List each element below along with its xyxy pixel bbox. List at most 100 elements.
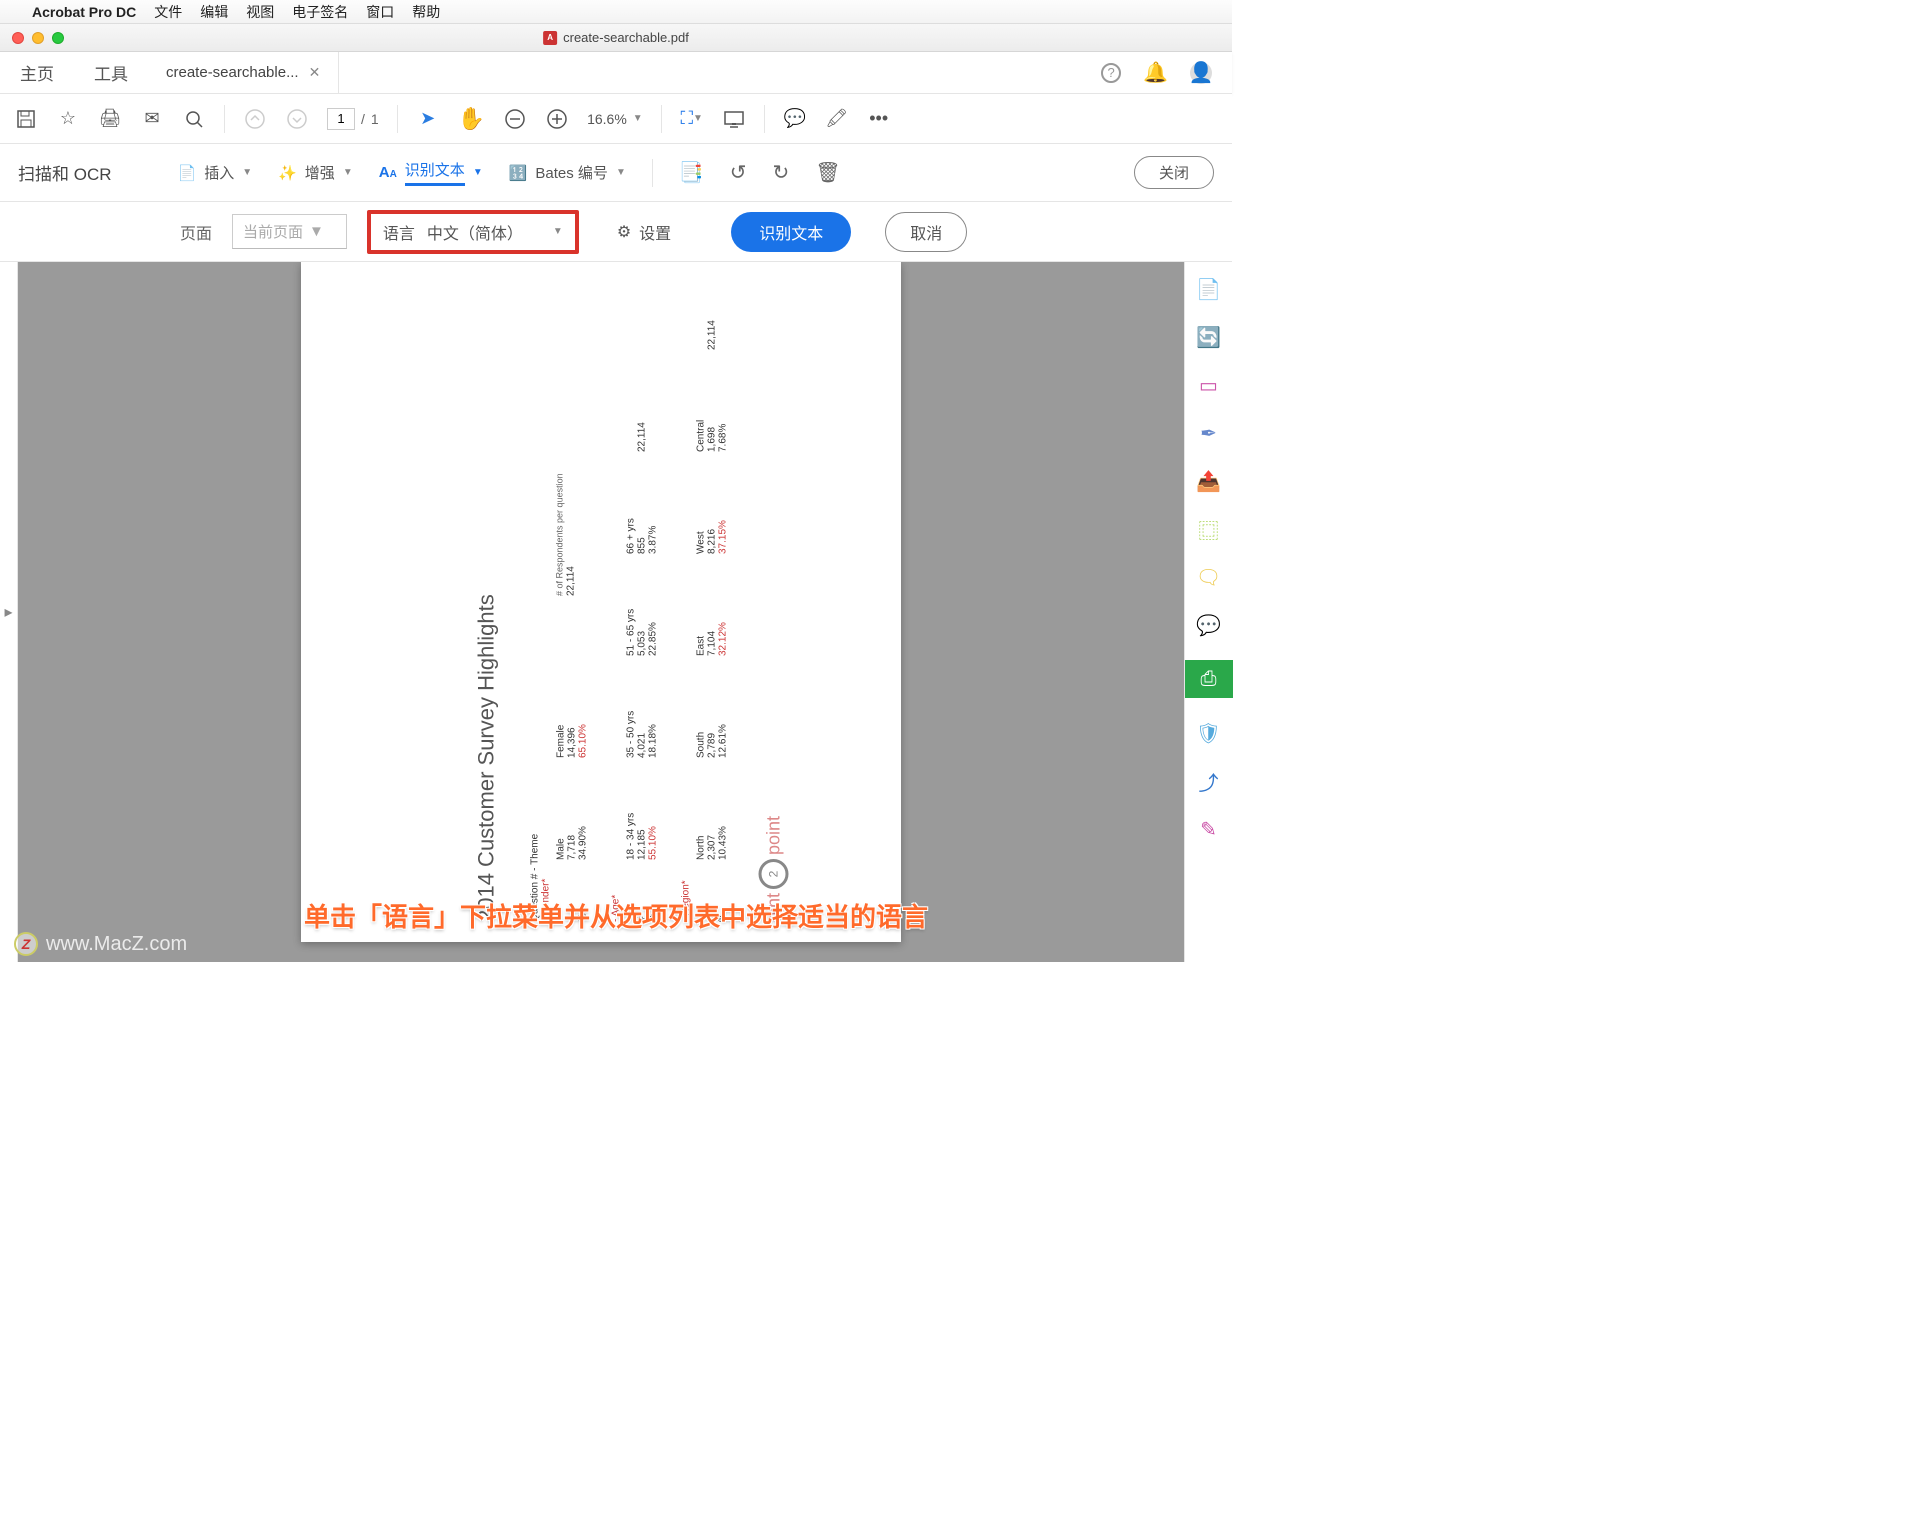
- page-total: 1: [371, 111, 379, 127]
- page-up-icon[interactable]: [243, 108, 267, 130]
- language-dropdown[interactable]: 中文（简体） ▼: [427, 220, 563, 244]
- menu-esign[interactable]: 电子签名: [292, 2, 348, 22]
- cancel-button[interactable]: 取消: [885, 212, 967, 252]
- zoom-out-icon[interactable]: [503, 108, 527, 130]
- chevron-down-icon: ▼: [309, 223, 324, 240]
- recognize-text-icon: AA: [379, 164, 397, 181]
- page-indicator: / 1: [327, 108, 379, 130]
- scan-ocr-toolbar: 扫描和 OCR 📄 插入 ▼ ✨ 增强 ▼ AA 识别文本 ▼ 🔢 Bates …: [0, 144, 1232, 202]
- rotate-cw-icon[interactable]: ↻: [773, 160, 790, 185]
- comment-icon[interactable]: 💬: [783, 108, 807, 129]
- chevron-down-icon: ▼: [616, 167, 626, 178]
- copy-page-icon[interactable]: 📑: [679, 160, 704, 185]
- more-icon[interactable]: •••: [867, 108, 891, 129]
- bates-icon: 🔢: [509, 164, 528, 182]
- document-area: ▸ 2014 Customer Survey Highlights Questi…: [0, 262, 1232, 962]
- protect-tool-icon[interactable]: 🛡: [1196, 720, 1222, 746]
- combine-tool-icon[interactable]: ⿴: [1196, 516, 1222, 542]
- tab-close-icon[interactable]: ✕: [309, 64, 321, 81]
- save-icon[interactable]: [14, 109, 38, 129]
- menubar-app-name[interactable]: Acrobat Pro DC: [32, 4, 136, 20]
- recognize-options-bar: 页面 当前页面 ▼ 语言 中文（简体） ▼ ⚙ 设置 识别文本 取消: [0, 202, 1232, 262]
- insert-dropdown[interactable]: 📄 插入 ▼: [178, 162, 253, 183]
- menu-file[interactable]: 文件: [154, 2, 182, 22]
- fill-sign-tool-icon[interactable]: 💬: [1196, 612, 1222, 638]
- language-dropdown-highlight: 语言 中文（简体） ▼: [367, 210, 579, 254]
- menu-help[interactable]: 帮助: [412, 2, 440, 22]
- bates-dropdown[interactable]: 🔢 Bates 编号 ▼: [509, 162, 626, 183]
- page-sep: /: [361, 111, 365, 127]
- zoom-in-icon[interactable]: [545, 108, 569, 130]
- chevron-down-icon: ▼: [553, 226, 563, 237]
- question-section: - Region* #% North2,30710.43% South2,789…: [681, 282, 729, 922]
- question-theme-header: Question # - Theme: [530, 282, 541, 922]
- fit-page-icon[interactable]: ⛶ ▼: [680, 108, 704, 129]
- zoom-dropdown[interactable]: 16.6% ▼: [587, 111, 643, 127]
- watermark: Z www.MacZ.com: [14, 932, 187, 956]
- select-tool-icon[interactable]: ➤: [416, 108, 440, 129]
- pdf-file-icon: A: [543, 31, 557, 45]
- chevron-down-icon: ▼: [242, 167, 252, 178]
- zoom-value: 16.6%: [587, 111, 627, 127]
- account-avatar[interactable]: 👤: [1190, 62, 1212, 84]
- export-pdf-tool-icon[interactable]: 🔄: [1196, 324, 1222, 350]
- rotate-ccw-icon[interactable]: ↺: [730, 160, 747, 185]
- page-down-icon[interactable]: [285, 108, 309, 130]
- star-icon[interactable]: ☆: [56, 108, 80, 129]
- question-section: Question # - Theme - Gender* # % Male 7,…: [530, 282, 589, 922]
- tab-home[interactable]: 主页: [0, 52, 74, 93]
- menu-window[interactable]: 窗口: [366, 2, 394, 22]
- question-section: - Age* #% 18 - 34 yrs12,18555.10% 35 - 5…: [611, 282, 659, 922]
- scan-ocr-tool-icon[interactable]: ⎙: [1185, 660, 1233, 698]
- left-panel-toggle[interactable]: ▸: [0, 262, 18, 962]
- notifications-icon[interactable]: 🔔: [1143, 60, 1168, 85]
- tabs-row: 主页 工具 create-searchable... ✕ ? 🔔 👤: [0, 52, 1232, 94]
- watermark-logo-icon: Z: [14, 932, 38, 956]
- chevron-down-icon: ▼: [633, 113, 643, 124]
- help-icon[interactable]: ?: [1101, 63, 1121, 83]
- tab-document[interactable]: create-searchable... ✕: [148, 52, 339, 93]
- window-title: A create-searchable.pdf: [543, 30, 689, 45]
- mail-icon[interactable]: ✉: [140, 108, 164, 129]
- page-range-dropdown[interactable]: 当前页面 ▼: [232, 214, 347, 249]
- share-tool-icon[interactable]: ⤴: [1196, 768, 1222, 794]
- search-icon[interactable]: [182, 109, 206, 129]
- enhance-icon: ✨: [278, 164, 297, 182]
- hand-tool-icon[interactable]: ✋: [458, 106, 485, 132]
- tab-document-label: create-searchable...: [166, 64, 299, 81]
- gear-icon: ⚙: [617, 222, 631, 242]
- menu-view[interactable]: 视图: [246, 2, 274, 22]
- watermark-text: www.MacZ.com: [46, 933, 187, 956]
- window-minimize-button[interactable]: [32, 32, 44, 44]
- page-viewport[interactable]: 2014 Customer Survey Highlights Question…: [18, 262, 1184, 962]
- traffic-lights: [12, 32, 64, 44]
- comment-tool-icon[interactable]: 🗨: [1196, 564, 1222, 590]
- main-toolbar: ☆ 🖨 ✉ / 1 ➤ ✋ 16.6% ▼ ⛶ ▼ 💬 🖍 •••: [0, 94, 1232, 144]
- menu-edit[interactable]: 编辑: [200, 2, 228, 22]
- edit-pdf-tool-icon[interactable]: ▭: [1196, 372, 1222, 398]
- page-current-input[interactable]: [327, 108, 355, 130]
- mac-menubar: Acrobat Pro DC 文件 编辑 视图 电子签名 窗口 帮助: [0, 0, 1232, 24]
- tab-tools[interactable]: 工具: [74, 52, 148, 93]
- language-value: 中文（简体）: [427, 220, 523, 244]
- read-mode-icon[interactable]: [722, 110, 746, 128]
- print-icon[interactable]: 🖨: [98, 108, 122, 129]
- page-range-label: 页面: [180, 220, 212, 244]
- more-tools-icon[interactable]: ✎: [1196, 816, 1222, 842]
- scan-ocr-title: 扫描和 OCR: [18, 160, 112, 185]
- create-pdf-tool-icon[interactable]: 📄: [1196, 276, 1222, 302]
- doc-title: 2014 Customer Survey Highlights: [474, 282, 500, 922]
- insert-pages-icon: 📄: [178, 164, 197, 182]
- recognize-text-dropdown[interactable]: AA 识别文本 ▼: [379, 159, 483, 186]
- window-maximize-button[interactable]: [52, 32, 64, 44]
- enhance-dropdown[interactable]: ✨ 增强 ▼: [278, 162, 353, 183]
- page-1: 2014 Customer Survey Highlights Question…: [301, 262, 901, 942]
- organize-tool-icon[interactable]: 📤: [1196, 468, 1222, 494]
- close-tool-button[interactable]: 关闭: [1134, 156, 1214, 189]
- window-close-button[interactable]: [12, 32, 24, 44]
- highlight-icon[interactable]: 🖍: [825, 108, 849, 129]
- sign-tool-icon[interactable]: ✒: [1196, 420, 1222, 446]
- delete-icon[interactable]: 🗑: [815, 160, 840, 185]
- recognize-text-button[interactable]: 识别文本: [731, 212, 851, 252]
- settings-button[interactable]: ⚙ 设置: [617, 220, 671, 244]
